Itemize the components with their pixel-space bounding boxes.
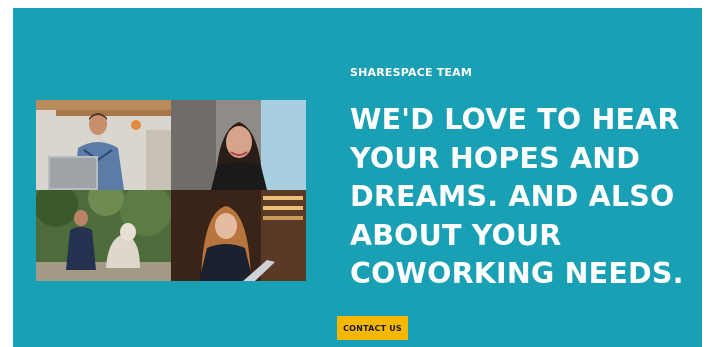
team-photo-collage — [36, 100, 306, 281]
hero-headline: WE'D LOVE TO HEAR YOUR HOPES AND DREAMS.… — [350, 103, 684, 290]
team-photo-man-laptop — [36, 100, 171, 190]
hero-text: SHARESPACE TEAM WE'D LOVE TO HEAR YOUR H… — [350, 66, 695, 294]
contact-us-button[interactable]: CONTACT US — [337, 316, 408, 340]
team-photo-woman-smiling — [171, 100, 306, 190]
team-photo-woman-laptop — [171, 190, 306, 281]
hero-section: SHARESPACE TEAM WE'D LOVE TO HEAR YOUR H… — [13, 8, 702, 347]
team-photo-man-with-dog — [36, 190, 171, 281]
page: SHARESPACE TEAM WE'D LOVE TO HEAR YOUR H… — [0, 0, 709, 347]
eyebrow-label: SHARESPACE TEAM — [350, 66, 473, 79]
